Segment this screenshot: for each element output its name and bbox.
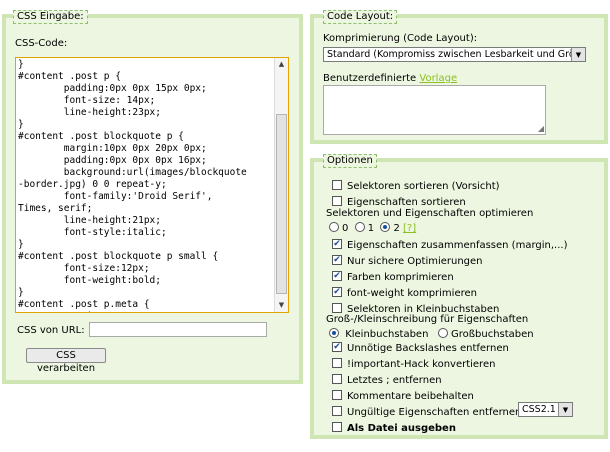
level-help-link[interactable]: [?] [403, 223, 416, 234]
label-output-file: Als Datei ausgeben [347, 423, 456, 434]
scroll-thumb[interactable] [276, 114, 287, 294]
resize-handle-icon[interactable]: ◢ [538, 125, 544, 133]
code-layout-panel: Code Layout: Komprimierung (Code Layout)… [310, 10, 608, 144]
option-compress-fontweight[interactable]: ✔ font-weight komprimieren [332, 287, 477, 300]
label-sort-selectors: Selektoren sortieren (Vorsicht) [347, 181, 500, 192]
option-keep-comments[interactable]: Kommentare beibehalten [332, 390, 474, 403]
checkbox-sort-properties[interactable] [332, 196, 342, 206]
option-important-hack[interactable]: !important-Hack konvertieren [332, 358, 495, 371]
custom-template-label: Benutzerdefinierte Vorlage [323, 73, 457, 84]
option-sort-selectors[interactable]: Selektoren sortieren (Vorsicht) [332, 180, 500, 193]
radio-case-upper[interactable] [437, 328, 448, 338]
label-important-hack: !important-Hack konvertieren [347, 359, 496, 370]
options-panel: Optionen Selektoren sortieren (Vorsicht)… [310, 154, 608, 439]
radio-level-2[interactable] [380, 222, 391, 232]
css-code-textarea[interactable]: } #content .post p { padding:0px 0px 15p… [15, 57, 289, 313]
label-compress-fontweight: font-weight komprimieren [347, 288, 477, 299]
checkbox-compress-colors[interactable]: ✔ [332, 271, 342, 281]
css-level-chevron-down-icon[interactable]: ▼ [558, 403, 572, 416]
checkbox-important-hack[interactable] [332, 358, 342, 368]
radio-case-lower[interactable] [329, 328, 339, 338]
checkbox-compress-fontweight[interactable]: ✔ [332, 287, 342, 297]
optimize-level-group: 0 1 2 [?] [329, 222, 416, 235]
checkbox-keep-comments[interactable] [332, 390, 342, 400]
radio-level-0[interactable] [329, 222, 339, 232]
css-code-label: CSS-Code: [15, 38, 68, 49]
optimize-heading: Selektoren und Eigenschaften optimieren [326, 208, 534, 219]
option-output-file[interactable]: Als Datei ausgeben [332, 422, 456, 435]
code-scrollbar[interactable]: ▲ ▼ [274, 58, 288, 312]
custom-template-text: Benutzerdefinierte [323, 73, 417, 84]
checkbox-merge-properties[interactable]: ✔ [332, 239, 342, 249]
compression-select[interactable]: Standard (Kompromiss zwischen Lesbarkeit… [323, 47, 586, 62]
option-compress-colors[interactable]: ✔ Farben komprimieren [332, 271, 454, 284]
options-legend: Optionen [323, 154, 377, 168]
label-keep-comments: Kommentare beibehalten [347, 391, 474, 402]
label-level-0: 0 [342, 223, 349, 234]
label-compress-colors: Farben komprimieren [347, 272, 454, 283]
scroll-up-arrow-icon[interactable]: ▲ [275, 58, 288, 71]
checkbox-output-file[interactable] [332, 422, 342, 432]
label-level-1: 1 [367, 223, 375, 234]
label-case-lower: Kleinbuchstaben [345, 329, 429, 340]
label-level-2: 2 [393, 223, 400, 234]
case-group: Kleinbuchstaben Großbuchstaben [329, 328, 534, 341]
css-level-value: CSS2.1 [522, 404, 556, 415]
label-remove-last-semicolon: Letztes ; entfernen [347, 375, 442, 386]
css-url-input[interactable] [89, 322, 267, 337]
case-heading: Groß-/Kleinschreibung für Eigenschaften [326, 314, 529, 325]
css-url-label: CSS von URL: [17, 325, 85, 336]
compression-label: Komprimierung (Code Layout): [323, 33, 478, 44]
css-level-select[interactable]: CSS2.1 ▼ [518, 402, 573, 417]
scroll-down-arrow-icon[interactable]: ▼ [275, 299, 288, 312]
checkbox-remove-backslashes[interactable]: ✔ [332, 342, 342, 352]
template-link[interactable]: Vorlage [419, 73, 457, 84]
label-case-upper: Großbuchstaben [450, 329, 534, 340]
option-merge-properties[interactable]: ✔ Eigenschaften zusammenfassen (margin,..… [332, 239, 567, 252]
custom-template-textarea[interactable]: ◢ [323, 85, 546, 135]
option-remove-invalid[interactable]: Ungültige Eigenschaften entfernen [332, 406, 521, 419]
label-remove-backslashes: Unnötige Backslashes entfernen [347, 343, 509, 354]
compression-select-value: Standard (Kompromiss zwischen Lesbarkeit… [327, 49, 586, 60]
process-css-button[interactable]: CSS verarbeiten [26, 348, 106, 374]
chevron-down-icon[interactable]: ▼ [571, 48, 585, 61]
checkbox-remove-invalid[interactable] [332, 406, 342, 416]
radio-level-1[interactable] [354, 222, 365, 232]
label-remove-invalid: Ungültige Eigenschaften entfernen [347, 407, 522, 418]
css-input-panel: CSS Eingabe: CSS-Code: } #content .post … [2, 10, 303, 384]
label-safe-only: Nur sichere Optimierungen [347, 256, 483, 267]
checkbox-sort-selectors[interactable] [332, 180, 342, 190]
option-safe-only[interactable]: ✔ Nur sichere Optimierungen [332, 255, 483, 268]
checkbox-remove-last-semicolon[interactable] [332, 374, 342, 384]
css-input-legend: CSS Eingabe: [13, 10, 88, 24]
option-remove-backslashes[interactable]: ✔ Unnötige Backslashes entfernen [332, 342, 509, 355]
checkbox-lowercase-selectors[interactable] [332, 303, 342, 313]
label-merge-properties: Eigenschaften zusammenfassen (margin,...… [347, 240, 568, 251]
checkbox-safe-only[interactable]: ✔ [332, 255, 342, 265]
css-code-text[interactable]: } #content .post p { padding:0px 0px 15p… [16, 58, 278, 312]
code-layout-legend: Code Layout: [323, 10, 398, 24]
option-remove-last-semicolon[interactable]: Letztes ; entfernen [332, 374, 442, 387]
